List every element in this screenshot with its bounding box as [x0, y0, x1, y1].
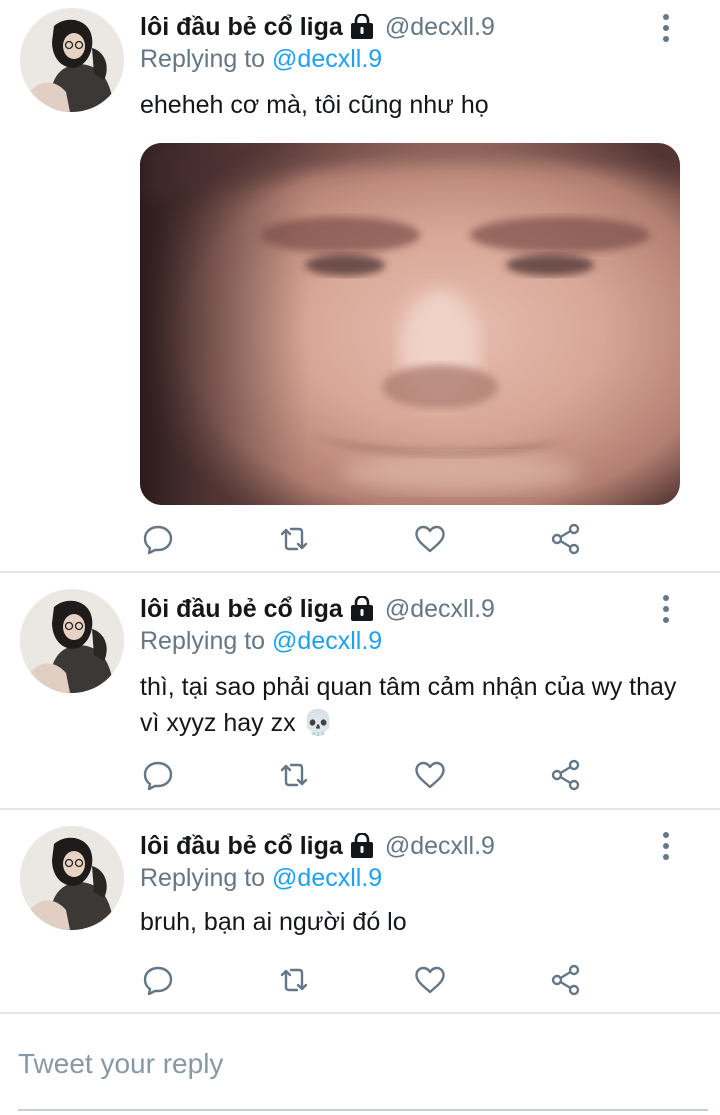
- tweet-text: eheheh cơ mà, tôi cũng như họ: [140, 91, 489, 119]
- retweet-icon[interactable]: [274, 519, 314, 559]
- reply-composer: [0, 1014, 720, 1115]
- mention-link[interactable]: @decxll.9: [272, 45, 382, 73]
- avatar[interactable]: [20, 589, 124, 693]
- more-options-icon[interactable]: [656, 592, 676, 626]
- tweet-2[interactable]: lôi đầu bẻ cổ liga @decxll.9 Replying to…: [0, 573, 720, 809]
- tweet-header: lôi đầu bẻ cổ liga @decxll.9: [140, 829, 495, 863]
- reply-icon[interactable]: [138, 519, 178, 559]
- tweet-actions: [140, 755, 600, 795]
- reply-icon[interactable]: [138, 755, 178, 795]
- mention-link[interactable]: @decxll.9: [272, 627, 382, 655]
- display-name[interactable]: lôi đầu bẻ cổ liga: [140, 595, 343, 624]
- retweet-icon[interactable]: [274, 755, 314, 795]
- replying-prefix: Replying to: [140, 864, 266, 892]
- replying-to: Replying to @decxll.9: [140, 45, 382, 74]
- lock-icon: [349, 595, 375, 622]
- share-icon[interactable]: [546, 960, 586, 1000]
- avatar[interactable]: [20, 8, 124, 112]
- mention-link[interactable]: @decxll.9: [272, 864, 382, 892]
- tweet-image[interactable]: [140, 143, 680, 505]
- tweet-text: bruh, bạn ai người đó lo: [140, 908, 407, 936]
- like-icon[interactable]: [410, 755, 450, 795]
- share-icon[interactable]: [546, 755, 586, 795]
- like-icon[interactable]: [410, 519, 450, 559]
- display-name[interactable]: lôi đầu bẻ cổ liga: [140, 13, 343, 42]
- replying-prefix: Replying to: [140, 45, 266, 73]
- tweet-actions: [140, 960, 600, 1000]
- handle[interactable]: @decxll.9: [385, 832, 495, 861]
- more-options-icon[interactable]: [656, 829, 676, 863]
- tweet-1[interactable]: lôi đầu bẻ cổ liga @decxll.9 Replying to…: [0, 0, 720, 572]
- handle[interactable]: @decxll.9: [385, 13, 495, 42]
- lock-icon: [349, 13, 375, 40]
- tweet-3[interactable]: lôi đầu bẻ cổ liga @decxll.9 Replying to…: [0, 810, 720, 1013]
- lock-icon: [349, 832, 375, 859]
- more-options-icon[interactable]: [656, 11, 676, 45]
- replying-prefix: Replying to: [140, 627, 266, 655]
- reply-input[interactable]: [18, 1042, 698, 1086]
- tweet-header: lôi đầu bẻ cổ liga @decxll.9: [140, 592, 495, 626]
- share-icon[interactable]: [546, 519, 586, 559]
- avatar[interactable]: [20, 826, 124, 930]
- like-icon[interactable]: [410, 960, 450, 1000]
- handle[interactable]: @decxll.9: [385, 595, 495, 624]
- tweet-text: thì, tại sao phải quan tâm cảm nhận của …: [140, 673, 677, 737]
- replying-to: Replying to @decxll.9: [140, 627, 382, 656]
- display-name[interactable]: lôi đầu bẻ cổ liga: [140, 832, 343, 861]
- replying-to: Replying to @decxll.9: [140, 864, 382, 893]
- tweet-actions: [140, 519, 600, 559]
- retweet-icon[interactable]: [274, 960, 314, 1000]
- tweet-header: lôi đầu bẻ cổ liga @decxll.9: [140, 10, 495, 44]
- reply-underline: [18, 1109, 708, 1111]
- reply-icon[interactable]: [138, 960, 178, 1000]
